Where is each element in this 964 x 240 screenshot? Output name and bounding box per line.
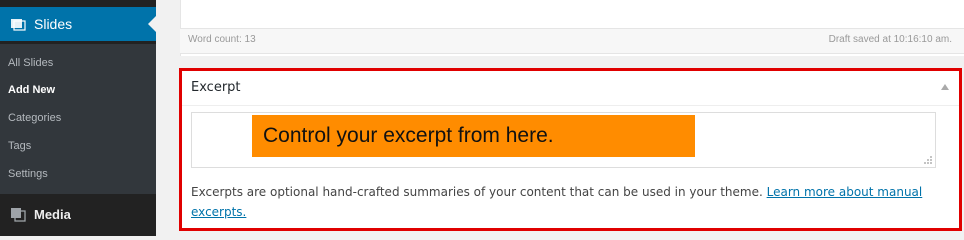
draft-saved-status: Draft saved at 10:16:10 am. bbox=[828, 34, 952, 45]
resize-handle-icon[interactable] bbox=[923, 155, 933, 165]
excerpt-postbox: Excerpt Control your excerpt from here. … bbox=[182, 71, 959, 228]
excerpt-header[interactable]: Excerpt bbox=[182, 71, 959, 106]
submenu-item-add-new[interactable]: Add New bbox=[8, 84, 55, 96]
excerpt-title: Excerpt bbox=[191, 80, 241, 95]
submenu-item-all-slides[interactable]: All Slides bbox=[8, 57, 53, 69]
slides-icon bbox=[10, 16, 26, 32]
collapse-toggle-icon[interactable] bbox=[941, 84, 949, 90]
editor-status-bar: Word count: 13 Draft saved at 10:16:10 a… bbox=[180, 28, 964, 54]
submenu-item-tags[interactable]: Tags bbox=[8, 140, 31, 152]
excerpt-help-text: Excerpts are optional hand-crafted summa… bbox=[191, 182, 936, 222]
submenu-item-settings[interactable]: Settings bbox=[8, 168, 48, 180]
menu-item-label: Media bbox=[34, 206, 71, 222]
media-icon bbox=[10, 206, 26, 222]
help-text: Excerpts are optional hand-crafted summa… bbox=[191, 185, 767, 199]
word-count: Word count: 13 bbox=[188, 34, 256, 45]
menu-item-label: Slides bbox=[34, 16, 73, 32]
menu-item-media[interactable]: Media bbox=[0, 196, 156, 232]
admin-sidebar: Slides All Slides Add New Categories Tag… bbox=[0, 0, 156, 236]
excerpt-textarea[interactable]: Control your excerpt from here. bbox=[191, 112, 936, 168]
excerpt-callout: Control your excerpt from here. bbox=[252, 115, 695, 157]
submenu-item-categories[interactable]: Categories bbox=[8, 112, 61, 124]
current-menu-arrow-icon bbox=[148, 16, 156, 32]
slides-submenu: All Slides Add New Categories Tags Setti… bbox=[0, 44, 156, 194]
menu-item-slides[interactable]: Slides bbox=[0, 7, 156, 41]
